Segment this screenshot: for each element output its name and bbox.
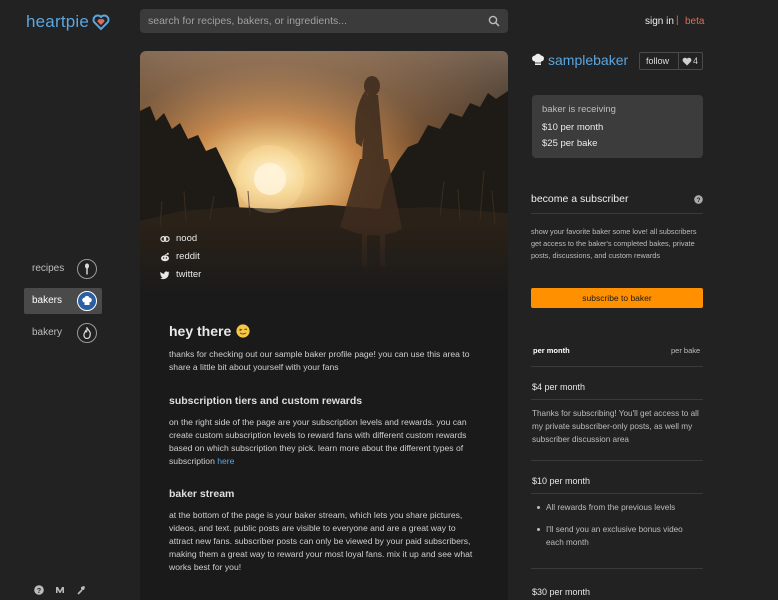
follow-widget: follow 4 <box>639 52 703 70</box>
footer-icons: ? <box>34 585 86 595</box>
tier-name[interactable]: $30 per month <box>532 587 590 597</box>
follow-button[interactable]: follow <box>646 56 669 66</box>
subscribe-button[interactable]: subscribe to baker <box>531 288 703 308</box>
baker-name: samplebaker <box>548 52 629 68</box>
reddit-icon <box>161 252 169 261</box>
profile-about: hey there thanks for checking out our sa… <box>169 323 481 574</box>
header-separator: | <box>676 15 679 26</box>
sign-in-link[interactable]: sign in <box>645 16 674 27</box>
social-link-reddit[interactable]: reddit <box>160 251 200 262</box>
learn-more-link[interactable]: here <box>217 456 234 466</box>
profile-main: nood reddit twitter hey there thanks for… <box>140 51 508 600</box>
cover-photo: nood reddit twitter <box>140 51 508 296</box>
chef-hat-icon <box>77 291 97 311</box>
logo[interactable]: heartpie <box>26 10 111 34</box>
social-link-label: twitter <box>176 269 202 280</box>
divider <box>531 568 703 569</box>
nood-icon <box>160 235 170 242</box>
tab-per-bake[interactable]: per bake <box>671 346 700 355</box>
social-link-label: reddit <box>176 251 200 262</box>
subscriber-heading: become a subscriber <box>531 193 629 205</box>
search-icon[interactable] <box>488 15 500 27</box>
greeting-heading: hey there <box>169 323 481 339</box>
tier-name[interactable]: $4 per month <box>532 382 585 392</box>
social-link-nood[interactable]: nood <box>160 233 197 244</box>
beta-label: beta <box>685 16 705 27</box>
heart-icon[interactable] <box>682 57 692 66</box>
tiers-heading: subscription tiers and custom rewards <box>169 395 363 407</box>
tiers-text: on the right side of the page are your s… <box>169 417 467 466</box>
search-bar <box>140 9 508 33</box>
help-icon[interactable]: ? <box>34 585 44 595</box>
social-link-twitter[interactable]: twitter <box>160 269 201 280</box>
nav-item-bakery[interactable]: bakery <box>24 320 102 346</box>
top-bar: heartpie sign in | beta <box>0 0 778 44</box>
receiving-title: baker is receiving <box>542 104 616 115</box>
divider <box>531 213 703 214</box>
social-link-label: nood <box>176 233 198 244</box>
chef-hat-icon <box>532 53 544 65</box>
svg-text:?: ? <box>37 588 41 595</box>
help-icon[interactable]: ? <box>694 195 703 204</box>
nav-item-label: recipes <box>32 263 65 274</box>
intro-text: thanks for checking out our sample baker… <box>169 349 470 372</box>
tools-icon[interactable] <box>76 585 86 595</box>
tier-reward: I'll send you an exclusive bonus video e… <box>537 523 701 549</box>
tiers-description: on the right side of the page are your s… <box>169 416 481 468</box>
tier-name[interactable]: $10 per month <box>532 476 590 486</box>
divider <box>531 399 703 400</box>
heart-pin-logo-icon <box>92 14 110 31</box>
flame-icon <box>77 323 97 343</box>
receiving-per-month: $10 per month <box>542 122 604 133</box>
nav-item-label: bakers <box>32 295 63 306</box>
divider <box>531 460 703 461</box>
stream-heading: baker stream <box>169 488 235 500</box>
medium-icon[interactable] <box>55 585 65 595</box>
stream-description: at the bottom of the page is your baker … <box>169 510 473 572</box>
tier-description: Thanks for subscribing! You'll get acces… <box>532 409 699 444</box>
receiving-panel: baker is receiving $10 per month $25 per… <box>532 95 703 158</box>
follow-divider <box>678 53 679 69</box>
nav-item-recipes[interactable]: recipes <box>24 256 102 282</box>
twitter-icon <box>160 270 170 279</box>
logo-text: heartpie <box>26 12 90 31</box>
svg-text:?: ? <box>697 197 701 204</box>
spoon-icon <box>77 259 97 279</box>
nav-item-bakers[interactable]: bakers <box>24 288 102 314</box>
winking-tongue-emoji <box>236 324 250 338</box>
divider <box>531 493 703 494</box>
nav-item-label: bakery <box>32 327 63 338</box>
subscriber-description: show your favorite baker some love! all … <box>531 227 697 260</box>
search-input[interactable] <box>140 9 480 33</box>
tab-per-month[interactable]: per month <box>533 346 570 355</box>
tier-reward: All rewards from the previous levels <box>537 501 701 514</box>
receiving-per-bake: $25 per bake <box>542 138 598 149</box>
heart-count: 4 <box>693 56 699 66</box>
greeting-text: hey there <box>169 323 232 339</box>
divider <box>531 366 703 367</box>
